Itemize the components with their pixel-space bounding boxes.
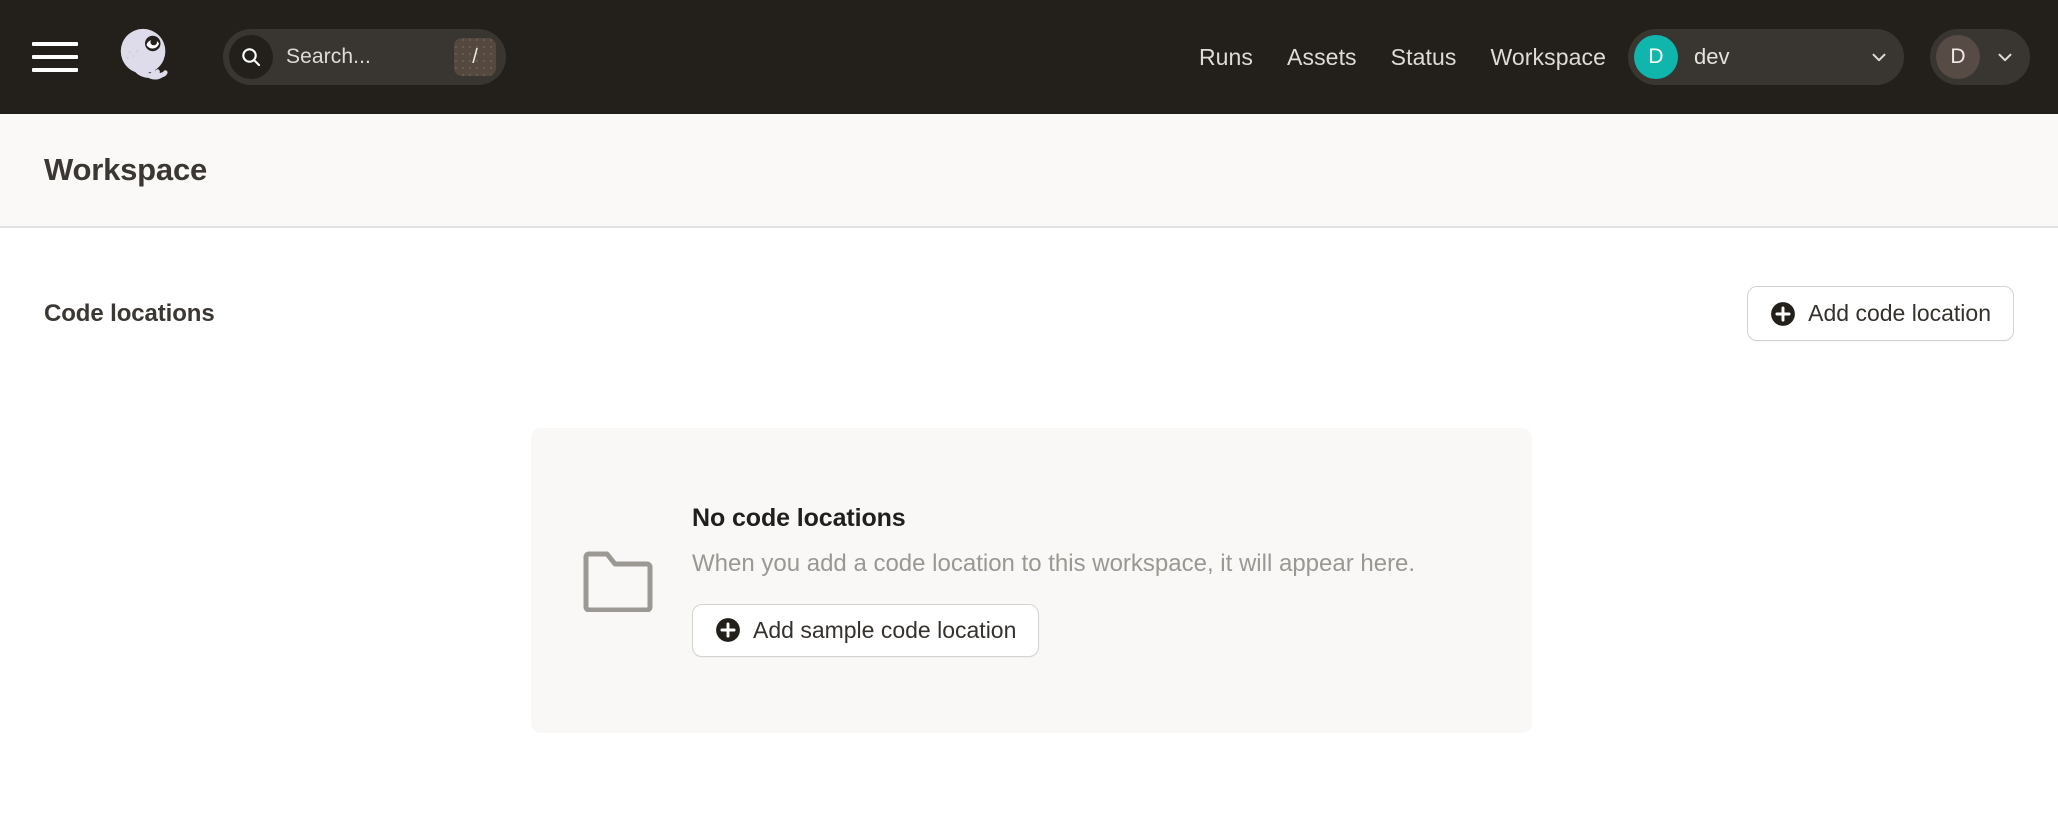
hamburger-bar — [32, 42, 78, 46]
empty-state-title: No code locations — [692, 504, 1432, 533]
chevron-down-icon — [1994, 46, 2016, 68]
user-menu[interactable]: D — [1930, 29, 2030, 85]
search-icon — [229, 35, 273, 79]
empty-state-card: No code locations When you add a code lo… — [531, 428, 1532, 733]
empty-state-description: When you add a code location to this wor… — [692, 549, 1432, 578]
top-navigation-bar: Search... / Runs Assets Status Workspace… — [0, 0, 2058, 114]
global-search-bar[interactable]: Search... / — [223, 29, 506, 85]
page-header: Workspace — [0, 114, 2058, 228]
nav-link-status[interactable]: Status — [1391, 44, 1457, 71]
deployment-switcher[interactable]: D dev — [1628, 29, 1904, 85]
avatar: D — [1936, 35, 1980, 79]
nav-link-workspace[interactable]: Workspace — [1490, 44, 1606, 71]
primary-navigation: Runs Assets Status Workspace — [1199, 44, 1606, 71]
search-input[interactable]: Search... — [286, 45, 454, 69]
nav-link-runs[interactable]: Runs — [1199, 44, 1253, 71]
section-title: Code locations — [44, 300, 215, 328]
empty-state-text: No code locations When you add a code lo… — [692, 504, 1432, 656]
add-code-location-button[interactable]: Add code location — [1747, 286, 2014, 341]
folder-icon — [582, 550, 654, 612]
nav-link-assets[interactable]: Assets — [1287, 44, 1357, 71]
page-title: Workspace — [44, 152, 207, 188]
deployment-name: dev — [1694, 44, 1854, 70]
dagster-logo-icon[interactable] — [114, 26, 176, 88]
plus-circle-icon — [715, 617, 741, 643]
hamburger-bar — [32, 68, 78, 72]
add-sample-code-location-label: Add sample code location — [753, 617, 1016, 644]
code-locations-section-header: Code locations Add code location — [44, 228, 2014, 341]
search-shortcut-key: / — [454, 38, 496, 76]
add-code-location-label: Add code location — [1808, 300, 1991, 327]
hamburger-menu-icon[interactable] — [32, 34, 78, 80]
hamburger-bar — [32, 55, 78, 59]
add-sample-code-location-button[interactable]: Add sample code location — [692, 604, 1039, 657]
plus-circle-icon — [1770, 301, 1796, 327]
chevron-down-icon — [1868, 46, 1890, 68]
main-content: Code locations Add code location No code… — [0, 228, 2058, 828]
deployment-avatar: D — [1634, 35, 1678, 79]
